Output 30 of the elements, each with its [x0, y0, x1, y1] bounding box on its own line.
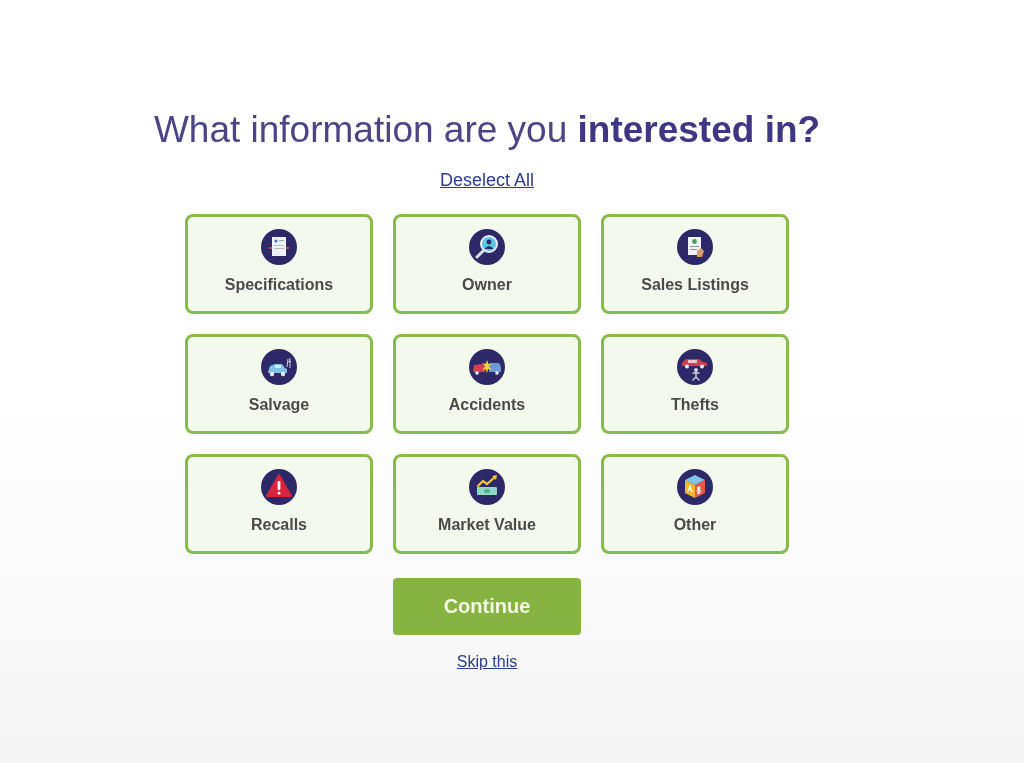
option-card[interactable]: Thefts	[601, 334, 789, 434]
option-label: Sales Listings	[641, 275, 749, 295]
car-person-icon	[677, 349, 713, 385]
option-card[interactable]: Sales Listings	[601, 214, 789, 314]
option-card[interactable]: Specifications	[185, 214, 373, 314]
car-icon	[261, 349, 297, 385]
option-label: Thefts	[671, 395, 719, 415]
option-card[interactable]: Accidents	[393, 334, 581, 434]
option-card[interactable]: Owner	[393, 214, 581, 314]
option-label: Recalls	[250, 515, 307, 535]
option-label: Owner	[462, 275, 512, 295]
toy-blocks-icon	[677, 469, 713, 505]
money-chart-icon	[469, 469, 505, 505]
paper-hand-icon	[677, 229, 713, 265]
option-label: Salvage	[248, 395, 310, 415]
option-label: Other	[673, 515, 717, 535]
option-label: Market Value	[438, 515, 536, 535]
search-icon	[469, 229, 505, 265]
option-card[interactable]: Recalls	[185, 454, 373, 554]
option-label: Specifications	[224, 275, 334, 295]
page-heading: What information are you interested in?	[153, 108, 821, 152]
car-crash-icon	[469, 349, 505, 385]
warning-icon	[261, 469, 297, 505]
document-icon	[261, 229, 297, 265]
option-card[interactable]: Other	[601, 454, 789, 554]
option-label: Accidents	[448, 395, 526, 415]
option-card[interactable]: Market Value	[393, 454, 581, 554]
deselect-all-link[interactable]: Deselect All	[439, 169, 534, 191]
option-card[interactable]: Salvage	[185, 334, 373, 434]
skip-link[interactable]: Skip this	[456, 652, 518, 672]
